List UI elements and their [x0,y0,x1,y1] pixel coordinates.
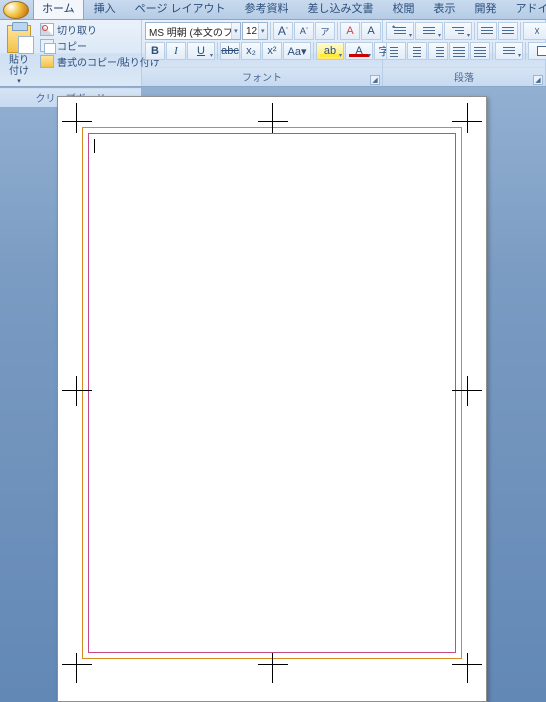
crop-mark [62,390,92,391]
crop-mark [467,653,468,683]
decrease-indent-button[interactable] [477,22,497,40]
crop-mark [467,376,468,406]
increase-indent-button[interactable] [498,22,518,40]
align-center-button[interactable] [407,42,427,60]
font-name-combo[interactable]: MS 明朝 (本文のフォン ▾ [145,22,241,40]
line-spacing-button[interactable]: ▾ [495,42,523,60]
char-border-button[interactable]: A [361,22,381,40]
bold-button[interactable]: B [145,42,165,60]
grow-font-button[interactable]: Aˆ [273,22,293,40]
copy-icon [40,39,54,52]
crop-mark [76,376,77,406]
underline-button[interactable]: U▾ [187,42,215,60]
asian-layout-button[interactable]: ☓▾ [523,22,546,40]
paste-label: 貼り付け [7,55,31,77]
shading-button[interactable]: ▾ [528,42,546,60]
numbering-button[interactable]: ▾ [415,22,443,40]
scissors-icon [40,23,54,36]
separator [474,22,475,40]
separator [313,42,314,60]
crop-mark [76,653,77,683]
copy-label: コピー [57,38,87,53]
crop-mark [467,103,468,133]
separator [492,42,493,60]
tab-references[interactable]: 参考資料 [236,0,298,19]
strikethrough-button[interactable]: abc [220,42,240,60]
chevron-down-icon[interactable]: ▾ [258,23,267,39]
superscript-button[interactable]: x² [262,42,282,60]
highlight-button[interactable]: ab▾ [316,42,344,60]
paste-dropdown-arrow[interactable]: ▾ [17,77,21,85]
font-launcher[interactable]: ◢ [370,75,380,85]
paragraph-launcher[interactable]: ◢ [533,75,543,85]
separator [520,22,521,40]
document-workspace [0,87,546,702]
tab-insert[interactable]: 挿入 [85,0,125,19]
crop-mark [62,121,92,122]
group-paragraph: ▾ ▾ ▾ ☓▾ A↓ ▾ ▾ ▾ [383,20,546,86]
group-font: MS 明朝 (本文のフォン ▾ 12 ▾ Aˆ Aˇ ア A A B I U▾ [142,20,383,86]
separator [270,22,271,40]
tab-layout[interactable]: ページ レイアウト [126,0,235,19]
crop-mark [272,103,273,133]
clear-formatting-button[interactable]: A [340,22,360,40]
tab-addins[interactable]: アドイン [507,0,546,19]
italic-button[interactable]: I [166,42,186,60]
bullets-button[interactable]: ▾ [386,22,414,40]
font-name-value: MS 明朝 (本文のフォン [146,24,231,39]
phonetic-guide-button[interactable]: ア [315,22,335,40]
brush-icon [40,55,54,68]
change-case-button[interactable]: Aa▾ [283,42,311,60]
paste-button[interactable]: 貼り付け ▾ [3,22,35,88]
page-border-inner [88,133,456,653]
distribute-button[interactable] [470,42,490,60]
group-font-title: フォント ◢ [142,67,382,86]
tab-mailings[interactable]: 差し込み文書 [299,0,383,19]
separator [337,22,338,40]
group-clipboard: 貼り付け ▾ 切り取り コピー 書式のコピー/貼り付け クリップボード [0,20,142,86]
font-color-button[interactable]: A▾ [345,42,373,60]
crop-mark [76,103,77,133]
tab-strip: ホーム 挿入 ページ レイアウト 参考資料 差し込み文書 校閲 表示 開発 アド… [0,0,546,20]
align-left-button[interactable] [386,42,406,60]
group-paragraph-title: 段落 ◢ [383,67,545,86]
document-page[interactable] [57,96,487,702]
tab-developer[interactable]: 開発 [466,0,506,19]
separator [525,42,526,60]
ribbon: 貼り付け ▾ 切り取り コピー 書式のコピー/貼り付け クリップボード [0,20,546,87]
tab-home[interactable]: ホーム [33,0,84,19]
tab-review[interactable]: 校閲 [384,0,424,19]
crop-mark [258,121,288,122]
crop-mark [272,653,273,683]
subscript-button[interactable]: x₂ [241,42,261,60]
crop-mark [258,664,288,665]
cut-label: 切り取り [57,22,97,37]
office-button[interactable] [3,1,29,19]
align-right-button[interactable] [428,42,448,60]
multilevel-list-button[interactable]: ▾ [444,22,472,40]
crop-mark [62,664,92,665]
font-size-combo[interactable]: 12 ▾ [242,22,268,40]
font-size-value: 12 [243,26,258,37]
text-cursor [94,139,95,153]
paste-icon [7,25,31,53]
justify-button[interactable] [449,42,469,60]
chevron-down-icon[interactable]: ▾ [231,23,240,39]
tab-view[interactable]: 表示 [425,0,465,19]
shrink-font-button[interactable]: Aˇ [294,22,314,40]
separator [217,42,218,60]
